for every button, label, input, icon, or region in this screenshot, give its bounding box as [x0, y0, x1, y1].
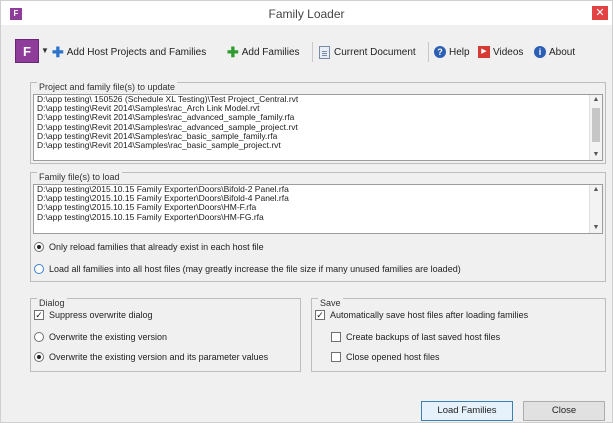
- scroll-down-icon[interactable]: ▼: [590, 150, 602, 160]
- add-families-button[interactable]: ✚ Add Families: [227, 44, 300, 60]
- current-document-button[interactable]: Current Document: [319, 44, 416, 60]
- add-host-projects-button[interactable]: ✚ Add Host Projects and Families: [52, 44, 206, 60]
- scroll-up-icon[interactable]: ▲: [590, 185, 602, 195]
- auto-save-label: Automatically save host files after load…: [330, 310, 529, 320]
- close-opened-label: Close opened host files: [346, 352, 440, 362]
- plus-icon: ✚: [52, 44, 64, 60]
- document-icon: [319, 45, 330, 59]
- projects-scrollbar[interactable]: ▲ ▼: [589, 95, 602, 160]
- overwrite-params-option[interactable]: Overwrite the existing version and its p…: [34, 352, 268, 362]
- families-group-label: Family file(s) to load: [37, 172, 122, 182]
- close-opened-option[interactable]: Close opened host files: [331, 352, 440, 362]
- about-label: About: [549, 46, 576, 58]
- dialog-group: Dialog ✓ Suppress overwrite dialog Overw…: [30, 298, 301, 372]
- toolbar-divider: [428, 42, 429, 62]
- videos-label: Videos: [493, 46, 524, 58]
- help-icon: ?: [434, 46, 446, 58]
- scroll-up-icon[interactable]: ▲: [590, 95, 602, 105]
- load-all-label: Load all families into all host files (m…: [49, 264, 461, 274]
- list-item[interactable]: D:\app testing\2015.10.15 Family Exporte…: [34, 212, 602, 222]
- save-group: Save ✓ Automatically save host files aft…: [311, 298, 606, 372]
- radio-selected[interactable]: [34, 352, 44, 362]
- checkbox-checked[interactable]: ✓: [315, 310, 325, 320]
- dialog-group-label: Dialog: [37, 298, 67, 308]
- suppress-overwrite-option[interactable]: ✓ Suppress overwrite dialog: [34, 310, 153, 320]
- plus-icon: ✚: [227, 44, 239, 60]
- list-item[interactable]: D:\app testing\Revit 2014\Samples\rac_ba…: [34, 140, 602, 150]
- info-icon: i: [534, 46, 546, 58]
- auto-save-option[interactable]: ✓ Automatically save host files after lo…: [315, 310, 528, 320]
- overwrite-params-label: Overwrite the existing version and its p…: [49, 352, 269, 362]
- title-bar: F Family Loader ✕: [1, 1, 612, 25]
- videos-button[interactable]: ▶ Videos: [478, 44, 523, 60]
- reload-existing-label: Only reload families that already exist …: [49, 242, 264, 252]
- radio-unselected[interactable]: [34, 264, 44, 274]
- toolbar: F ▼ ✚ Add Host Projects and Families ✚ A…: [1, 39, 612, 69]
- add-families-label: Add Families: [241, 46, 300, 58]
- current-document-label: Current Document: [334, 46, 416, 58]
- help-label: Help: [449, 46, 470, 58]
- videos-icon: ▶: [478, 46, 490, 58]
- window-title: Family Loader: [268, 7, 345, 21]
- load-all-option[interactable]: Load all families into all host files (m…: [34, 264, 461, 274]
- families-scrollbar[interactable]: ▲ ▼: [589, 185, 602, 233]
- scroll-down-icon[interactable]: ▼: [590, 223, 602, 233]
- about-button[interactable]: i About: [534, 44, 575, 60]
- help-button[interactable]: ? Help: [434, 44, 470, 60]
- checkbox-unchecked[interactable]: [331, 352, 341, 362]
- families-group: Family file(s) to load D:\app testing\20…: [30, 172, 606, 282]
- create-backups-label: Create backups of last saved host files: [346, 332, 501, 342]
- toolbar-divider: [312, 42, 313, 62]
- reload-existing-option[interactable]: Only reload families that already exist …: [34, 242, 264, 252]
- projects-group: Project and family file(s) to update D:\…: [30, 82, 606, 164]
- families-list[interactable]: D:\app testing\2015.10.15 Family Exporte…: [33, 184, 603, 234]
- family-loader-window: F Family Loader ✕ F ▼ ✚ Add Host Project…: [0, 0, 613, 423]
- radio-selected[interactable]: [34, 242, 44, 252]
- suppress-overwrite-label: Suppress overwrite dialog: [49, 310, 153, 320]
- radio-unselected[interactable]: [34, 332, 44, 342]
- save-group-label: Save: [318, 298, 343, 308]
- create-backups-option[interactable]: Create backups of last saved host files: [331, 332, 500, 342]
- checkbox-checked[interactable]: ✓: [34, 310, 44, 320]
- chevron-down-icon[interactable]: ▼: [41, 46, 49, 55]
- overwrite-version-label: Overwrite the existing version: [49, 332, 168, 342]
- projects-list[interactable]: D:\app testing\ 150526 (Schedule XL Test…: [33, 94, 603, 161]
- close-button[interactable]: Close: [523, 401, 605, 421]
- scroll-thumb[interactable]: [592, 108, 600, 142]
- brand-menu-button[interactable]: F: [15, 39, 39, 63]
- close-window-button[interactable]: ✕: [592, 6, 608, 20]
- add-host-projects-label: Add Host Projects and Families: [66, 46, 207, 58]
- checkbox-unchecked[interactable]: [331, 332, 341, 342]
- load-families-button[interactable]: Load Families: [421, 401, 513, 421]
- overwrite-version-option[interactable]: Overwrite the existing version: [34, 332, 167, 342]
- projects-group-label: Project and family file(s) to update: [37, 82, 178, 92]
